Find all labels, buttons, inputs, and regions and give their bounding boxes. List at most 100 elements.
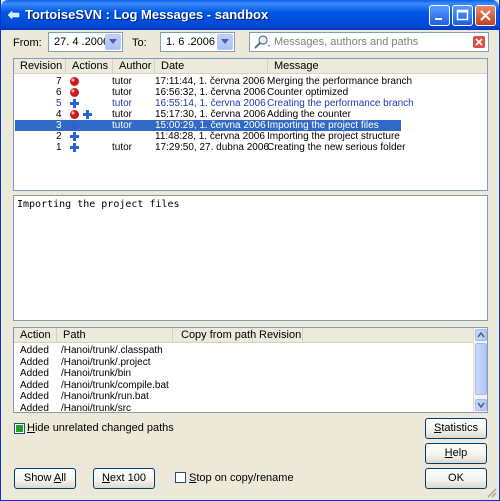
column-author[interactable]: Author (113, 59, 155, 74)
window-title: TortoiseSVN : Log Messages - sandbox (25, 7, 269, 22)
log-row-revision: 7 (56, 76, 62, 87)
column-path[interactable]: Path (57, 328, 173, 343)
log-message-text[interactable]: Importing the project files (13, 195, 488, 321)
log-row-revision: 1 (56, 142, 62, 153)
chevron-down-icon (221, 39, 229, 44)
paths-list-header: Action Path Copy from path Revision (14, 328, 473, 343)
log-row-message: Counter optimized (267, 87, 349, 98)
search-box[interactable]: Messages, authors and paths (249, 32, 489, 52)
show-all-button[interactable]: Show All (14, 468, 76, 489)
path-row-action: Added (20, 368, 49, 379)
added-action-icon (83, 110, 92, 119)
maximize-icon (456, 9, 469, 21)
log-row-date: 15:00:29, 1. června 2006 (155, 120, 266, 131)
log-row-author: tutor (112, 109, 133, 120)
chevron-down-icon (477, 402, 485, 409)
clear-search-icon[interactable] (473, 36, 485, 48)
changed-paths-list[interactable]: Action Path Copy from path Revision Adde… (13, 327, 488, 414)
log-row-date: 15:17:30, 1. června 2006 (155, 109, 266, 120)
log-row-revision: 4 (56, 109, 62, 120)
path-row[interactable]: Added/Hanoi/trunk/.classpath (15, 345, 455, 356)
log-row-message: Importing the project files (267, 120, 379, 131)
stop-on-copy-label[interactable]: Stop on copy/rename (189, 472, 294, 484)
log-row[interactable]: 1 tutor 17:29:50, 27. dubna 2006 Creating t… (15, 142, 405, 153)
modified-action-icon (70, 110, 79, 119)
search-icon[interactable] (254, 35, 270, 49)
minimize-button[interactable] (429, 5, 450, 26)
scroll-up-button[interactable] (475, 329, 487, 341)
to-date-value: 1. 6 .2006 (166, 36, 215, 48)
path-row[interactable]: Added/Hanoi/trunk/src (15, 403, 455, 414)
path-row-action: Added (20, 356, 49, 368)
log-row-date: 16:56:32, 1. června 2006 (155, 87, 266, 98)
to-date-picker[interactable]: 1. 6 .2006 (160, 32, 235, 52)
log-row[interactable]: 4 tutor 15:17:30, 1. června 2006 Adding the… (15, 109, 401, 120)
added-action-icon (70, 99, 79, 108)
minimize-icon (435, 18, 442, 20)
paths-scrollbar[interactable] (473, 328, 487, 412)
path-row-action: Added (20, 391, 49, 402)
title-bar[interactable]: TortoiseSVN : Log Messages - sandbox (1, 0, 499, 30)
log-message-content: Importing the project files (17, 199, 180, 210)
resize-grip-icon[interactable] (485, 486, 497, 498)
log-row-message: Creating the new serious folder (267, 142, 406, 153)
log-row-date: 16:55:14, 1. června 2006 (155, 98, 266, 109)
modified-action-icon (70, 88, 79, 97)
log-row-date: 11:48:28, 1. června 2006 (155, 131, 265, 142)
hide-unrelated-checkbox[interactable] (14, 423, 25, 434)
from-label: From: (13, 37, 42, 49)
column-path-revision[interactable]: Revision (253, 328, 303, 343)
tortoisesvn-app-icon (7, 10, 20, 20)
path-row-path: /Hanoi/trunk/src (61, 402, 132, 414)
log-row-message: Importing the project structure (267, 131, 400, 142)
path-row-path: /Hanoi/trunk/.classpath (61, 345, 163, 356)
path-row-path: /Hanoi/trunk/compile.bat (61, 379, 169, 391)
path-row[interactable]: Added/Hanoi/trunk/bin (15, 368, 455, 379)
to-date-dropdown-button[interactable] (217, 34, 233, 50)
path-row[interactable]: Added/Hanoi/trunk/compile.bat (15, 380, 455, 391)
column-action[interactable]: Action (14, 328, 57, 343)
log-list[interactable]: Revision Actions Author Date Message 7 tu… (13, 58, 488, 191)
scroll-thumb[interactable] (475, 343, 487, 395)
close-button[interactable] (475, 5, 496, 26)
log-messages-window: TortoiseSVN : Log Messages - sandbox Fro… (0, 0, 500, 501)
maximize-button[interactable] (452, 5, 473, 26)
log-row-author: tutor (112, 120, 133, 131)
help-button[interactable]: Help (425, 443, 487, 464)
hide-unrelated-label[interactable]: Hide unrelated changed paths (27, 422, 174, 434)
column-revision[interactable]: Revision (14, 59, 66, 74)
log-row[interactable]: 3 tutor 15:00:29, 1. června 2006 Importing … (15, 120, 401, 131)
path-row[interactable]: Added/Hanoi/trunk/run.bat (15, 391, 455, 402)
ok-button[interactable]: OK (425, 468, 487, 489)
column-copy-from-path[interactable]: Copy from path (173, 328, 256, 343)
path-row-action: Added (20, 402, 49, 414)
log-row[interactable]: 2 11:48:28, 1. června 2006 Importing the p… (15, 131, 401, 142)
log-row-revision: 2 (56, 131, 62, 142)
log-row[interactable]: 6 tutor 16:56:32, 1. června 2006 Counter op… (15, 87, 401, 98)
scroll-down-button[interactable] (475, 399, 487, 411)
added-action-icon (70, 121, 79, 130)
checkbox-checked-icon (16, 425, 23, 432)
log-row[interactable]: 7 tutor 17:11:44, 1. června 2006 Merging th… (15, 76, 412, 87)
search-placeholder: Messages, authors and paths (274, 36, 419, 48)
from-date-dropdown-button[interactable] (105, 34, 121, 50)
log-row-author: tutor (112, 87, 133, 98)
log-row-revision: 5 (56, 98, 62, 109)
column-actions[interactable]: Actions (66, 59, 113, 74)
column-date[interactable]: Date (155, 59, 268, 74)
path-row[interactable]: Added/Hanoi/trunk/.project (15, 357, 455, 368)
stop-on-copy-checkbox[interactable] (175, 472, 186, 483)
log-row-message: Creating the performance branch (267, 98, 414, 109)
log-row-message: Adding the counter (267, 109, 351, 120)
statistics-button[interactable]: Statistics (425, 418, 487, 439)
log-row[interactable]: 5 tutor 16:55:14, 1. června 2006 Creating t… (15, 98, 414, 109)
from-date-picker[interactable]: 27. 4 .2006 (48, 32, 123, 52)
path-row-action: Added (20, 379, 49, 391)
log-row-author: tutor (112, 76, 133, 87)
log-row-author: tutor (112, 98, 133, 109)
next-100-button[interactable]: Next 100 (93, 468, 155, 489)
close-icon (480, 10, 491, 21)
column-message[interactable]: Message (268, 59, 398, 74)
added-action-icon (70, 143, 79, 152)
path-row-path: /Hanoi/trunk/bin (61, 368, 132, 379)
